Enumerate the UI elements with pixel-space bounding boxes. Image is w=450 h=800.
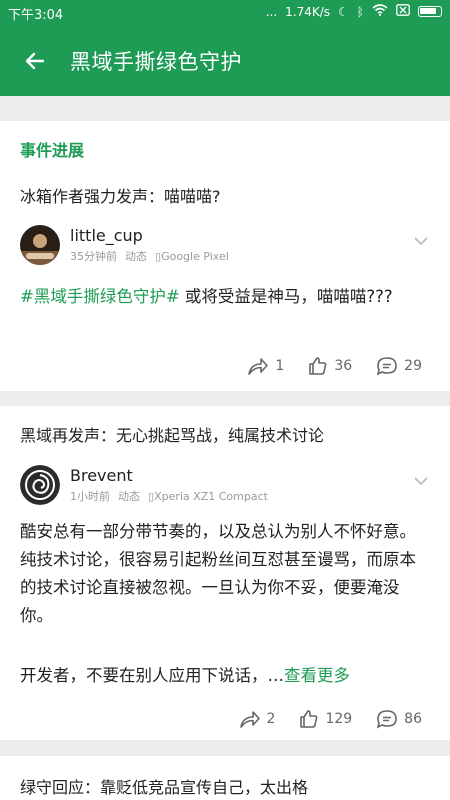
- status-icons: ... 1.74K/s ☾ ᛒ: [266, 4, 442, 19]
- comment-button[interactable]: 29: [376, 356, 422, 376]
- wifi-icon: [372, 4, 388, 19]
- post-type: 动态: [125, 250, 147, 263]
- device-info: ▯Google Pixel: [155, 250, 229, 263]
- author-row[interactable]: Brevent 1小时前 动态 ▯Xperia XZ1 Compact: [20, 465, 268, 505]
- back-button[interactable]: [0, 25, 70, 96]
- feed-card[interactable]: 黑域再发声：无心挑起骂战，纯属技术讨论 Brevent 1小时前 动态 ▯Xpe…: [0, 406, 450, 740]
- share-icon: [248, 358, 269, 375]
- comment-icon: [376, 357, 397, 376]
- chevron-down-icon[interactable]: [412, 232, 430, 250]
- post-text: 开发者，不要在别人应用下说话，…: [20, 666, 284, 685]
- post-type: 动态: [118, 490, 140, 503]
- device-name: Xperia XZ1 Compact: [154, 489, 268, 503]
- post-actions: 1 36 29: [247, 356, 422, 376]
- topic-tag[interactable]: #黑域手撕绿色守护#: [20, 287, 180, 306]
- share-count: 2: [266, 711, 276, 727]
- share-icon: [239, 711, 260, 728]
- avatar[interactable]: [20, 225, 60, 265]
- post-text: 或将受益是神马，喵喵喵???: [179, 287, 393, 306]
- post-body-continued[interactable]: 开发者，不要在别人应用下说话，…查看更多: [20, 662, 430, 690]
- avatar[interactable]: [20, 465, 60, 505]
- chevron-down-icon[interactable]: [412, 472, 430, 490]
- like-button[interactable]: 129: [299, 709, 352, 729]
- author-name[interactable]: little_cup: [70, 226, 229, 246]
- share-count: 1: [275, 358, 285, 374]
- thumbs-up-icon: [309, 357, 327, 375]
- app-bar: 黑域手撕绿色守护: [0, 25, 450, 96]
- post-headline[interactable]: 绿守回应：靠贬低竞品宣传自己，太出格: [20, 774, 308, 798]
- status-time: 下午3:04: [8, 8, 64, 23]
- share-button[interactable]: 1: [247, 356, 284, 376]
- post-time: 35分钟前: [70, 250, 117, 263]
- moon-icon: ☾: [338, 4, 349, 19]
- post-time: 1小时前: [70, 490, 110, 503]
- page-title: 黑域手撕绿色守护: [70, 49, 242, 74]
- section-label: 事件进展: [20, 141, 85, 160]
- comment-button[interactable]: 86: [376, 709, 422, 729]
- like-count: 36: [334, 358, 353, 374]
- battery-icon: [418, 6, 442, 17]
- post-headline[interactable]: 黑域再发声：无心挑起骂战，纯属技术讨论: [20, 422, 324, 446]
- sim-icon: [396, 4, 410, 19]
- author-meta: 35分钟前 动态 ▯Google Pixel: [70, 248, 229, 264]
- post-body[interactable]: 酷安总有一部分带节奏的，以及总认为别人不怀好意。纯技术讨论，很容易引起粉丝间互怼…: [20, 518, 430, 630]
- status-bar: 下午3:04 ... 1.74K/s ☾ ᛒ: [0, 0, 450, 25]
- comment-count: 86: [404, 711, 422, 727]
- arrow-left-icon: [25, 52, 45, 69]
- device-info: ▯Xperia XZ1 Compact: [148, 490, 268, 503]
- post-headline[interactable]: 冰箱作者强力发声：喵喵喵?: [20, 183, 221, 207]
- author-row[interactable]: little_cup 35分钟前 动态 ▯Google Pixel: [20, 225, 229, 265]
- comment-count: 29: [404, 358, 422, 374]
- status-speed: 1.74K/s: [285, 4, 331, 19]
- comment-icon: [376, 710, 397, 729]
- author-name[interactable]: Brevent: [70, 466, 268, 486]
- like-count: 129: [325, 711, 353, 727]
- read-more-link[interactable]: 查看更多: [284, 666, 350, 685]
- share-button[interactable]: 2: [239, 709, 276, 729]
- like-button[interactable]: 36: [308, 356, 352, 376]
- device-name: Google Pixel: [161, 249, 229, 263]
- author-meta: 1小时前 动态 ▯Xperia XZ1 Compact: [70, 488, 268, 504]
- feed-card[interactable]: 事件进展 冰箱作者强力发声：喵喵喵? little_cup 35分钟前 动态 ▯…: [0, 121, 450, 391]
- post-body[interactable]: #黑域手撕绿色守护# 或将受益是神马，喵喵喵???: [20, 283, 430, 311]
- post-actions: 2 129 86: [239, 709, 422, 729]
- bluetooth-icon: ᛒ: [356, 4, 364, 19]
- thumbs-up-icon: [300, 710, 318, 728]
- status-dots: ...: [265, 4, 278, 19]
- feed-card[interactable]: 绿守回应：靠贬低竞品宣传自己，太出格: [0, 756, 450, 800]
